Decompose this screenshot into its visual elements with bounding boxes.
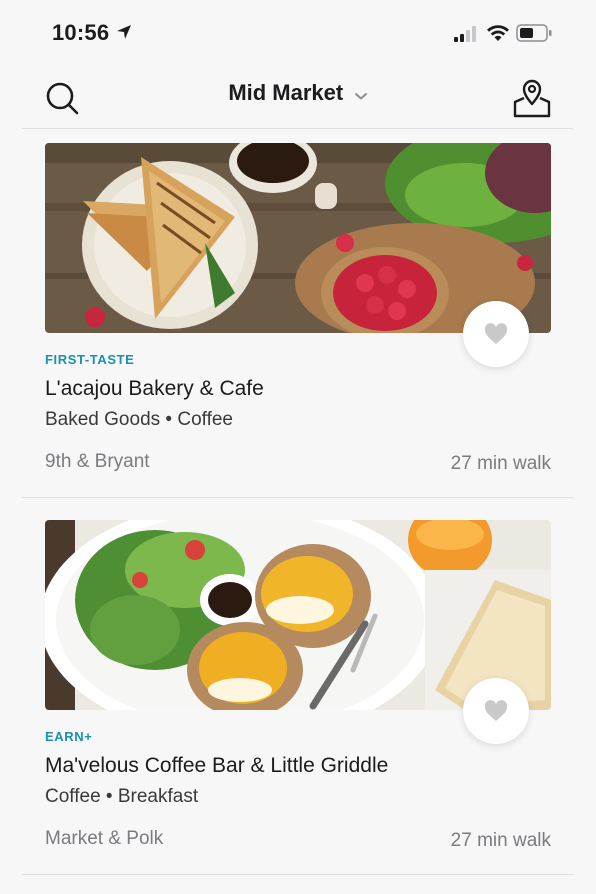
favorite-button[interactable]: [463, 678, 529, 744]
status-bar: 10:56: [0, 0, 596, 66]
wifi-icon: [487, 25, 509, 41]
chevron-down-icon: [354, 92, 367, 100]
restaurant-location: 9th & Bryant: [45, 451, 150, 472]
walk-time: 27 min walk: [450, 830, 551, 851]
top-nav-bar: Mid Market: [0, 66, 596, 128]
promo-badge: EARN+: [45, 729, 93, 744]
restaurant-name[interactable]: Ma'velous Coffee Bar & Little Griddle: [45, 754, 388, 778]
map-pin-icon[interactable]: [512, 76, 552, 118]
restaurant-name[interactable]: L'acajou Bakery & Cafe: [45, 377, 264, 401]
neighborhood-selector[interactable]: Mid Market: [0, 80, 596, 106]
restaurant-card[interactable]: EARN+ Ma'velous Coffee Bar & Little Grid…: [45, 520, 551, 865]
battery-icon: [516, 24, 552, 42]
restaurant-categories: Baked Goods • Coffee: [45, 409, 233, 430]
heart-icon: [484, 323, 508, 344]
status-time: 10:56: [52, 20, 110, 45]
card-divider: [22, 874, 573, 875]
location-arrow-icon: [117, 25, 131, 39]
walk-time: 27 min walk: [450, 453, 551, 474]
restaurant-photo[interactable]: [45, 520, 551, 710]
restaurant-photo[interactable]: [45, 143, 551, 333]
promo-badge: FIRST-TASTE: [45, 352, 135, 367]
restaurant-card[interactable]: FIRST-TASTE L'acajou Bakery & Cafe Baked…: [45, 143, 551, 488]
header-divider: [22, 128, 573, 129]
heart-icon: [484, 700, 508, 721]
neighborhood-title: Mid Market: [228, 80, 344, 105]
restaurant-location: Market & Polk: [45, 828, 164, 849]
card-divider: [22, 497, 573, 498]
restaurant-categories: Coffee • Breakfast: [45, 786, 199, 807]
cellular-signal-icon: [454, 26, 476, 42]
favorite-button[interactable]: [463, 301, 529, 367]
